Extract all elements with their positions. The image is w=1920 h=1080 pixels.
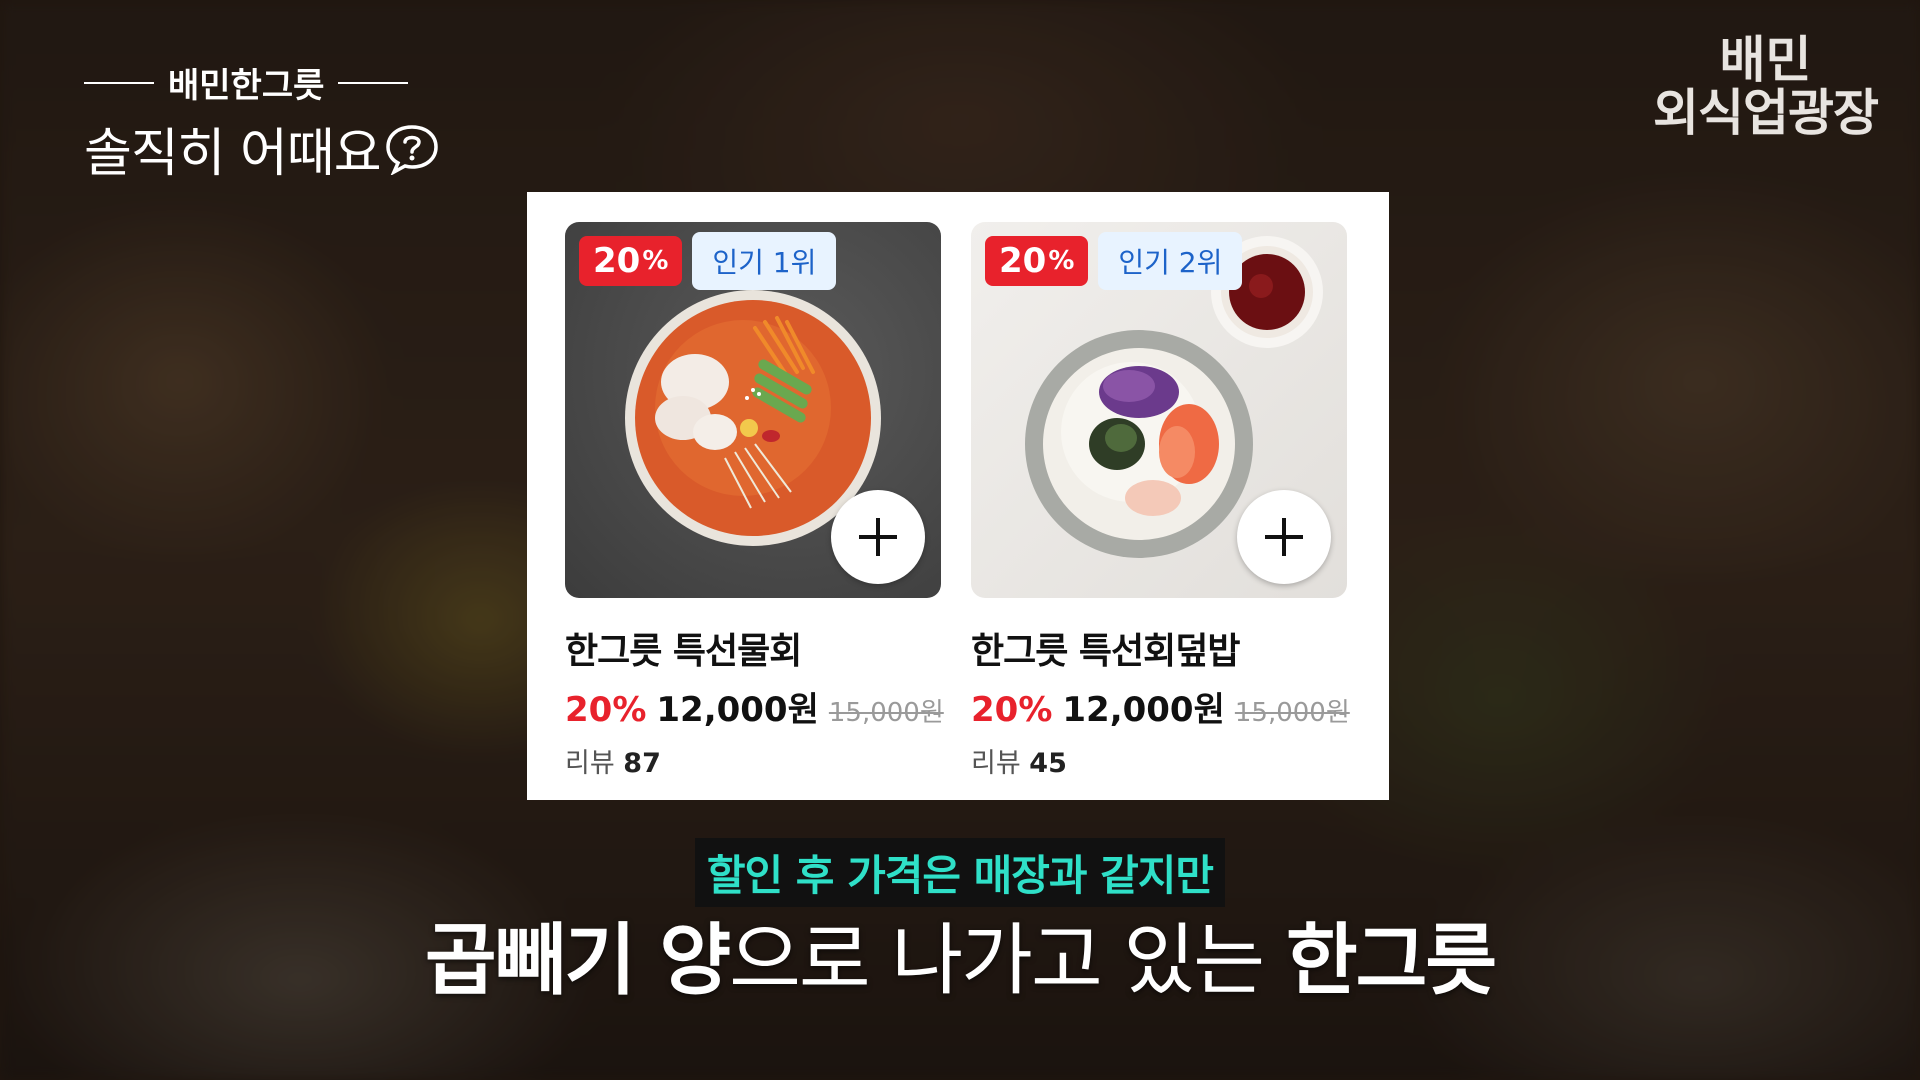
sale-price: 12,000원 bbox=[1062, 690, 1225, 730]
caption-line1-wrap: 할인 후 가격은 매장과 같지만 bbox=[0, 838, 1920, 907]
review-count: 45 bbox=[1029, 748, 1067, 779]
caption-line2-emphasis-1: 곱빼기 양 bbox=[424, 916, 731, 1006]
program-brand-row: 배민한그릇 bbox=[84, 58, 464, 107]
discount-badge-value: 20 bbox=[593, 241, 641, 281]
review-info: 리뷰 87 bbox=[565, 741, 941, 780]
price-row: 20% 12,000원 15,000원 bbox=[971, 682, 1350, 731]
discount-badge: 20% bbox=[985, 236, 1089, 286]
product-badges-1: 20% 인기 1위 bbox=[579, 232, 837, 290]
plus-icon bbox=[859, 518, 897, 556]
program-brand: 배민한그릇 bbox=[168, 66, 325, 106]
discount-rate: 20% bbox=[565, 690, 647, 730]
popularity-rank-badge: 인기 2위 bbox=[1098, 232, 1243, 290]
product-image-2[interactable]: 20% 인기 2위 bbox=[971, 222, 1347, 598]
caption-line2-emphasis-2: 한그릇 bbox=[1285, 916, 1497, 1006]
channel-logo-line1: 배민 bbox=[1719, 31, 1812, 89]
program-logo: 배민한그릇 솔직히 어때요 bbox=[84, 58, 464, 186]
product-name[interactable]: 한그릇 특선물회 bbox=[565, 622, 941, 674]
discount-badge-unit: % bbox=[1048, 246, 1075, 276]
add-to-cart-button[interactable] bbox=[1237, 490, 1331, 584]
caption-line1: 할인 후 가격은 매장과 같지만 bbox=[694, 838, 1226, 907]
question-speech-bubble-icon bbox=[385, 124, 438, 175]
brand-divider-right bbox=[338, 81, 409, 84]
product-badges-2: 20% 인기 2위 bbox=[985, 232, 1243, 290]
sale-price: 12,000원 bbox=[656, 690, 819, 730]
discount-badge: 20% bbox=[579, 236, 683, 286]
add-to-cart-button[interactable] bbox=[831, 490, 925, 584]
discount-badge-value: 20 bbox=[999, 241, 1047, 281]
original-price: 15,000원 bbox=[828, 698, 944, 728]
review-label: 리뷰 bbox=[971, 748, 1021, 779]
brand-divider-left bbox=[84, 81, 154, 84]
product-image-1[interactable]: 20% 인기 1위 bbox=[565, 222, 941, 598]
review-count: 87 bbox=[623, 748, 661, 779]
product-name[interactable]: 한그릇 특선회덮밥 bbox=[971, 622, 1347, 674]
price-row: 20% 12,000원 15,000원 bbox=[565, 682, 944, 731]
product-item-1[interactable]: 20% 인기 1위 한그릇 특선물회 20% 12,000원 15,000원 리… bbox=[565, 222, 944, 780]
caption-line2-middle: 으로 나가고 있는 bbox=[729, 916, 1286, 1006]
discount-badge-unit: % bbox=[642, 246, 669, 276]
caption-line2: 곱빼기 양으로 나가고 있는 한그릇 bbox=[0, 898, 1920, 1010]
original-price: 15,000원 bbox=[1234, 698, 1350, 728]
program-subtitle-row: 솔직히 어때요 bbox=[84, 111, 464, 186]
popularity-rank-badge: 인기 1위 bbox=[692, 232, 837, 290]
program-subtitle: 솔직히 어때요 bbox=[84, 124, 382, 184]
product-item-2[interactable]: 20% 인기 2위 한그릇 특선회덮밥 20% 12,000원 15,000원 … bbox=[971, 222, 1350, 780]
channel-logo-line2: 외식업광장 bbox=[1653, 83, 1879, 142]
discount-rate: 20% bbox=[971, 690, 1053, 730]
channel-logo: 배민 외식업광장 bbox=[1653, 31, 1879, 142]
review-info: 리뷰 45 bbox=[971, 741, 1347, 780]
product-card-panel: 20% 인기 1위 한그릇 특선물회 20% 12,000원 15,000원 리… bbox=[527, 192, 1389, 800]
plus-icon bbox=[1265, 518, 1303, 556]
review-label: 리뷰 bbox=[565, 748, 615, 779]
